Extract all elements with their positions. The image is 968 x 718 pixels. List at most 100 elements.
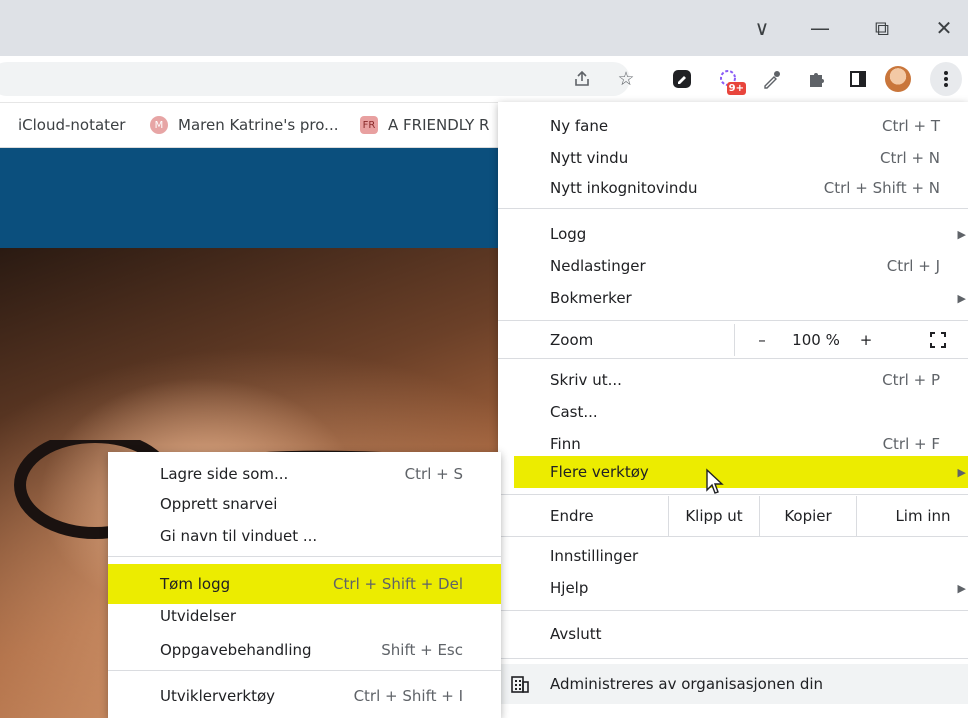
menu-separator [498,536,968,537]
menu-shortcut: Ctrl + J [886,257,940,275]
profile-avatar[interactable] [882,63,914,95]
menu-label: Nytt vindu [550,149,629,167]
menu-label: Administreres av organisasjonen din [550,675,824,693]
address-bar[interactable] [0,62,630,96]
menu-label: Innstillinger [550,547,639,565]
close-button[interactable]: ✕ [924,10,964,46]
extension-pen-icon[interactable] [666,63,698,95]
menu-label: Tøm logg [160,575,231,593]
menu-label: Oppgavebehandling [160,641,312,659]
menu-item-new-window[interactable]: Nytt vindu Ctrl + N [498,142,968,174]
menu-shortcut: Shift + Esc [381,641,463,659]
chrome-main-menu: Ny fane Ctrl + T Nytt vindu Ctrl + N Nyt… [498,102,968,718]
bookmark-icloud[interactable]: iCloud-notater [18,103,125,147]
menu-separator [498,320,968,321]
extension-badge-icon[interactable]: 9+ [712,63,746,95]
menu-label: Gi navn til vinduet ... [160,527,318,545]
menu-label: Flere verktøy [550,463,649,481]
menu-label: Nytt inkognitovindu [550,179,698,197]
puzzle-icon[interactable] [800,63,832,95]
zoom-level: 100 % [792,331,840,349]
bookmark-favicon: M [150,116,168,134]
submenu-arrow-icon: ▶ [957,465,966,479]
mouse-cursor-icon [706,468,724,494]
menu-shortcut: Ctrl + S [404,465,463,483]
submenu-item-name-window[interactable]: Gi navn til vinduet ... [108,520,501,552]
menu-item-cast[interactable]: Cast... [498,396,968,428]
more-tools-submenu: Lagre side som... Ctrl + S Opprett snarv… [108,452,501,718]
cut-button[interactable]: Klipp ut [669,496,759,536]
bookmark-friendly[interactable]: FR A FRIENDLY R [360,103,489,147]
menu-shortcut: Ctrl + Shift + Del [333,575,463,593]
menu-shortcut: Ctrl + T [882,117,940,135]
menu-separator [498,610,968,611]
menu-shortcut: Ctrl + F [882,435,940,453]
side-panel-icon[interactable] [842,63,874,95]
fullscreen-icon[interactable] [922,324,954,356]
menu-shortcut: Ctrl + P [882,371,940,389]
menu-item-managed[interactable]: Administreres av organisasjonen din [498,664,968,704]
bookmark-favicon: FR [360,116,378,134]
menu-label: Ny fane [550,117,609,135]
menu-label: Endre [550,507,594,525]
submenu-arrow-icon: ▶ [957,581,966,595]
share-icon[interactable] [566,63,598,95]
menu-item-history[interactable]: Logg ▶ [498,218,968,250]
submenu-item-extensions[interactable]: Utvidelser [108,600,501,632]
menu-shortcut: Ctrl + N [879,149,940,167]
title-bar: ∨ — ⧉ ✕ [0,0,968,56]
submenu-item-clear-history[interactable]: Tøm logg Ctrl + Shift + Del [108,564,501,604]
menu-label: Avslutt [550,625,602,643]
tab-search-icon[interactable]: ∨ [742,10,782,46]
menu-separator [108,670,501,671]
menu-label: Lagre side som... [160,465,289,483]
more-menu-icon[interactable] [930,62,962,96]
submenu-item-save-page[interactable]: Lagre side som... Ctrl + S [108,458,501,490]
menu-shortcut: Ctrl + Shift + N [823,179,940,197]
paste-button[interactable]: Lim inn [878,496,968,536]
menu-item-more-tools[interactable]: Flere verktøy ▶ [514,456,968,488]
copy-button[interactable]: Kopier [760,496,856,536]
menu-separator [498,358,968,359]
menu-label: Bokmerker [550,289,632,307]
menu-label: Finn [550,435,581,453]
browser-toolbar: ☆ 9+ [0,56,968,103]
eyedropper-icon[interactable] [756,63,788,95]
bookmark-star-icon[interactable]: ☆ [610,63,642,95]
minimize-button[interactable]: — [800,10,840,46]
menu-item-new-tab[interactable]: Ny fane Ctrl + T [498,110,968,142]
menu-separator [498,208,968,209]
zoom-divider [734,324,735,356]
menu-label: Opprett snarvei [160,495,278,513]
menu-item-exit[interactable]: Avslutt [498,618,968,650]
menu-shortcut: Ctrl + Shift + I [353,687,463,705]
menu-label: Hjelp [550,579,589,597]
menu-item-bookmarks[interactable]: Bokmerker ▶ [498,282,968,314]
zoom-in-button[interactable]: + [854,324,878,356]
submenu-item-create-shortcut[interactable]: Opprett snarvei [108,488,501,520]
menu-label: Nedlastinger [550,257,646,275]
submenu-item-task-manager[interactable]: Oppgavebehandling Shift + Esc [108,634,501,666]
submenu-arrow-icon: ▶ [957,291,966,305]
zoom-out-button[interactable]: – [750,324,774,356]
extension-badge: 9+ [726,82,746,95]
bookmark-maren[interactable]: M Maren Katrine's pro... [150,103,338,147]
restore-button[interactable]: ⧉ [862,10,902,46]
submenu-item-dev-tools[interactable]: Utviklerverktøy Ctrl + Shift + I [108,680,501,712]
menu-item-help[interactable]: Hjelp ▶ [498,572,968,604]
building-icon [510,674,530,698]
menu-item-settings[interactable]: Innstillinger [498,540,968,572]
menu-label: Utvidelser [160,607,237,625]
menu-item-zoom: Zoom – 100 % + [498,324,968,356]
menu-item-downloads[interactable]: Nedlastinger Ctrl + J [498,250,968,282]
menu-label: Cast... [550,403,598,421]
bookmark-label: A FRIENDLY R [388,116,490,134]
menu-item-print[interactable]: Skriv ut... Ctrl + P [498,364,968,396]
menu-separator [498,494,968,495]
menu-label: Utviklerverktøy [160,687,276,705]
menu-item-new-incognito[interactable]: Nytt inkognitovindu Ctrl + Shift + N [498,172,968,204]
menu-separator [498,658,968,659]
menu-label: Logg [550,225,587,243]
menu-label: Zoom [550,331,594,349]
bookmark-label: Maren Katrine's pro... [178,116,339,134]
